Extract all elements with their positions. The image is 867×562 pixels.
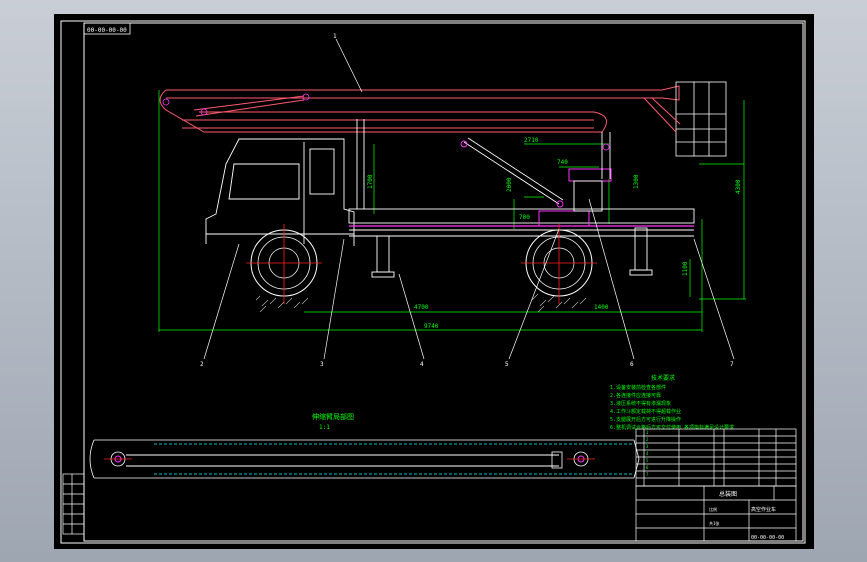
revision-strip xyxy=(62,473,85,535)
svg-text:3: 3 xyxy=(646,444,649,449)
part-number: 00-00-00-00 xyxy=(751,535,784,541)
dim-overall-length: 9740 xyxy=(424,323,439,330)
note-6: 6.整机调试合格后方可交付使用 各项指标满足设计要求 xyxy=(610,424,734,431)
note-1: 1.设备安装前检查各部件 xyxy=(610,384,666,391)
title-block: 123 4567 总装图 高空作业车 00-00-00-00 比例 共1张 xyxy=(635,428,797,542)
note-5: 5.支腿展开后方可进行升降操作 xyxy=(610,416,681,423)
section-title: 伸缩臂局部图 xyxy=(312,412,354,421)
notes-title: 技术要求 xyxy=(651,374,675,382)
lift-cylinder xyxy=(460,137,564,208)
dim-rear-overhang: 1400 xyxy=(594,304,609,311)
cad-sheet: 00-00-00-00 9740 4700 1400 2710 740 700 … xyxy=(60,20,806,544)
svg-text:4: 4 xyxy=(646,451,649,456)
front-wheel xyxy=(246,224,322,304)
cad-drawing-canvas: 00-00-00-00 9740 4700 1400 2710 740 700 … xyxy=(54,14,814,549)
dim-upper-span: 2710 xyxy=(524,137,539,144)
callout-4: 6 xyxy=(630,361,634,368)
note-2: 2.各连接件应连接可靠 xyxy=(610,392,661,399)
boom-section-view xyxy=(89,439,640,479)
dim-wheelbase: 4700 xyxy=(414,304,429,311)
corner-code: 00-00-00-00 xyxy=(87,27,127,34)
company-name: 高空作业车 xyxy=(751,506,776,513)
callout-2: 4 xyxy=(420,361,424,368)
callout-3: 5 xyxy=(505,361,509,368)
dim-post-height: 1300 xyxy=(633,174,640,189)
callout-1: 3 xyxy=(320,361,324,368)
callout-top: 1 xyxy=(333,33,337,40)
scale-label: 比例 xyxy=(709,506,717,512)
outer-frame xyxy=(60,20,806,544)
sheet-label: 共1张 xyxy=(709,520,719,526)
outriggers xyxy=(371,227,653,278)
dim-total-height: 4300 xyxy=(735,179,742,194)
dim-cab-height: 1700 xyxy=(367,174,374,189)
callout-5: 7 xyxy=(730,361,734,368)
drawing-border xyxy=(83,22,804,542)
truck-side-view: 9740 4700 1400 2710 740 700 2000 1300 17… xyxy=(158,33,746,368)
svg-text:6: 6 xyxy=(646,465,649,470)
telescopic-boom xyxy=(159,85,680,133)
work-bucket xyxy=(675,81,727,157)
callout-0: 2 xyxy=(200,361,204,368)
parts-list xyxy=(635,428,797,487)
technical-notes: 技术要求 1.设备安装前检查各部件 2.各连接件应连接可靠 3.液压系统不得有渗… xyxy=(610,374,734,431)
note-4: 4.工作斗额定载荷不得超载作业 xyxy=(610,408,681,415)
svg-text:2: 2 xyxy=(646,437,649,442)
dim-turntable-width: 740 xyxy=(557,159,568,166)
boom-pins xyxy=(162,93,610,151)
section-scale: 1:1 xyxy=(319,424,330,431)
overall-dimension-lines xyxy=(158,90,746,332)
svg-text:5: 5 xyxy=(646,458,649,463)
bucket-link xyxy=(643,97,681,133)
dim-cyl-height: 2000 xyxy=(506,177,513,192)
note-3: 3.液压系统不得有渗漏现象 xyxy=(610,400,671,407)
dim-base-width: 700 xyxy=(519,214,530,221)
dim-ground-height: 1100 xyxy=(682,261,689,276)
drawing-name: 总装图 xyxy=(719,490,737,498)
svg-text:7: 7 xyxy=(646,472,649,477)
